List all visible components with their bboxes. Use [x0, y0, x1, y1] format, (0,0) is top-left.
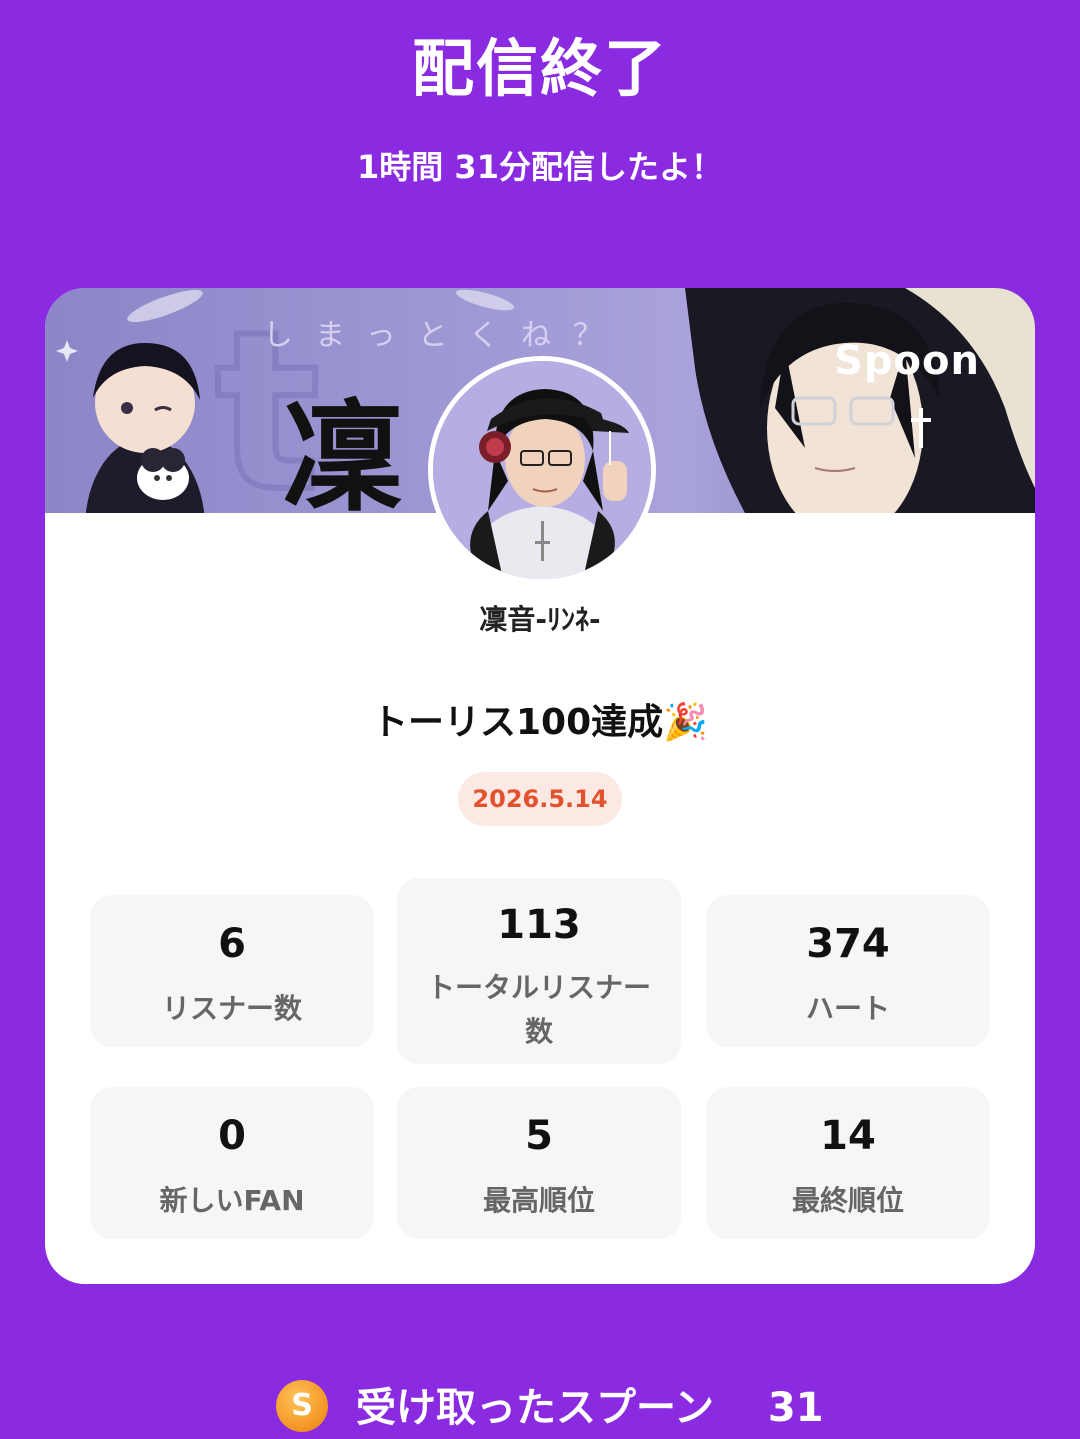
banner-caption: しまっとくね？	[263, 318, 625, 353]
stat-label: 最終順位	[791, 1184, 904, 1217]
stat-total-listeners: 113 トータルリスナー数	[397, 878, 681, 1064]
received-spoons-text: 受け取ったスプーン 31	[356, 1380, 824, 1436]
stat-new-fans: 0 新しいFAN	[90, 1087, 374, 1239]
broadcast-summary-card: t 凜 しまっとくね？ Spoon 凜音-ﾘﾝﾈ- トーリス100達成🎉 202…	[45, 288, 1035, 1284]
stat-value: 374	[806, 921, 890, 967]
stat-value: 113	[497, 902, 581, 948]
stat-final-rank: 14 最終順位	[706, 1087, 990, 1239]
received-spoons-label: 受け取ったスプーン	[356, 1385, 714, 1431]
spoon-logo: Spoon	[834, 338, 980, 384]
stat-label: 最高順位	[482, 1184, 595, 1217]
stat-value: 6	[218, 921, 246, 967]
stat-label: トータルリスナー数	[427, 971, 652, 1048]
stat-value: 0	[218, 1113, 246, 1159]
received-spoons: S 受け取ったスプーン 31	[0, 1380, 1080, 1436]
page-title: 配信終了	[411, 32, 668, 105]
avatar[interactable]	[428, 356, 656, 584]
stat-hearts: 374 ハート	[706, 895, 990, 1047]
date-badge: 2026.5.14	[458, 772, 622, 826]
anime-character-illustration	[685, 288, 1035, 513]
stat-highest-rank: 5 最高順位	[397, 1087, 681, 1239]
banner-kanji: 凜	[283, 387, 403, 513]
stat-label: 新しいFAN	[159, 1184, 305, 1217]
spoon-coin-icon: S	[276, 1380, 328, 1432]
stat-label: リスナー数	[161, 992, 302, 1025]
stat-listeners: 6 リスナー数	[90, 895, 374, 1047]
stat-label: ハート	[805, 992, 890, 1025]
avatar-illustration	[433, 361, 651, 579]
received-spoons-count: 31	[767, 1385, 824, 1431]
stat-value: 14	[820, 1113, 876, 1159]
username: 凜音-ﾘﾝﾈ-	[479, 603, 601, 636]
stat-value: 5	[525, 1113, 553, 1159]
broadcast-duration: 1時間 31分配信したよ！	[357, 148, 723, 186]
chibi-character-illustration	[85, 343, 205, 513]
live-title: トーリス100達成🎉	[372, 702, 708, 743]
